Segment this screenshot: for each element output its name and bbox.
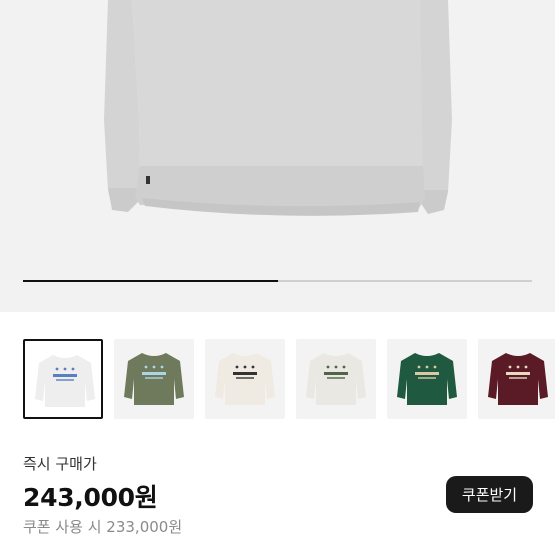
price: 243,000원: [23, 483, 158, 512]
sweatshirt-thumbnail-image: [488, 353, 548, 405]
instant-buy-price-label: 즉시 구매가: [23, 455, 97, 473]
gallery-progress-fill: [23, 280, 278, 282]
thumbnail-green[interactable]: [387, 339, 467, 419]
get-coupon-button[interactable]: 쿠폰받기: [446, 476, 533, 513]
thumbnail-burgundy[interactable]: [478, 339, 555, 419]
sweatshirt-thumbnail-image: [397, 353, 457, 405]
thumbnail-oatmeal[interactable]: [296, 339, 376, 419]
thumbnail-strip[interactable]: [23, 339, 555, 419]
sweatshirt-thumbnail-image: [306, 353, 366, 405]
sweatshirt-thumbnail-image: [124, 353, 184, 405]
sweatshirt-thumbnail-image: [35, 355, 95, 407]
thumbnail-khaki[interactable]: [114, 339, 194, 419]
sweatshirt-image: [104, 0, 452, 216]
coupon-price-note: 쿠폰 사용 시 233,000원: [23, 518, 183, 536]
sweatshirt-thumbnail-image: [215, 353, 275, 405]
thumbnail-ivory-black[interactable]: [205, 339, 285, 419]
product-image-area[interactable]: [0, 0, 555, 312]
gallery-progress-bar: [23, 280, 532, 282]
thumbnail-gray[interactable]: [23, 339, 103, 419]
